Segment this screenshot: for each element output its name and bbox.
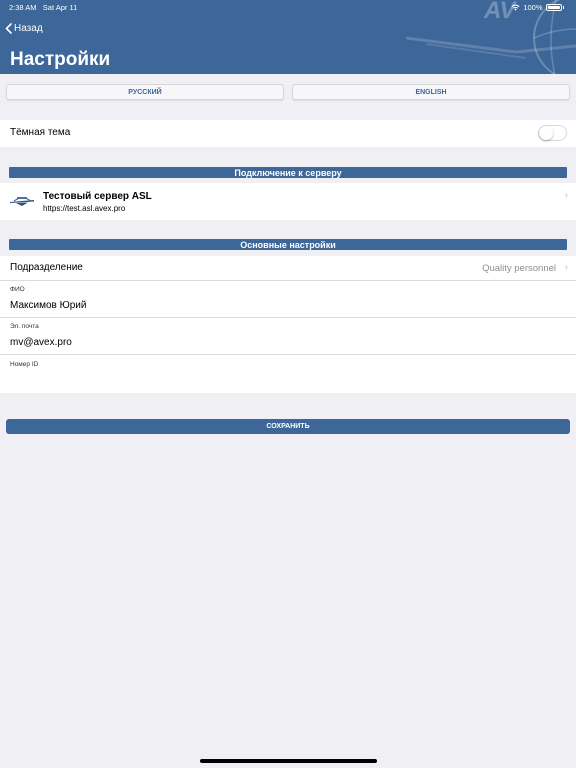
save-button[interactable]: СОХРАНИТЬ (6, 419, 570, 434)
chevron-right-icon: › (564, 262, 568, 273)
division-label: Подразделение (10, 262, 83, 273)
dark-theme-row: Тёмная тема (0, 120, 576, 147)
english-language-button[interactable]: ENGLISH (292, 84, 570, 100)
main-settings-section-header: Основные настройки (9, 239, 567, 250)
dark-theme-toggle[interactable] (538, 125, 567, 141)
status-date: Sat Apr 11 (42, 3, 78, 12)
battery-icon (545, 4, 562, 11)
email-field-value[interactable]: mv@avex.pro (10, 337, 72, 348)
toggle-knob (539, 126, 553, 140)
chevron-left-icon (5, 23, 12, 34)
page-title: Настройки (10, 49, 111, 70)
server-section-header: Подключение к серверу (9, 167, 567, 178)
server-url: https://test.asl.avex.pro (43, 204, 126, 213)
status-bar: 2:38 AM Sat Apr 11 100% (0, 0, 576, 14)
email-field-row[interactable]: Эл. почта mv@avex.pro (0, 318, 576, 355)
navigation-header: AV 2:38 AM Sat Apr 11 100% Назад Настрой… (0, 0, 576, 74)
id-field-row[interactable]: Номер ID (0, 355, 576, 393)
chevron-right-icon: › (564, 190, 568, 201)
division-value: Quality personnel (482, 263, 556, 274)
status-time: 2:38 AM (9, 3, 37, 12)
russian-language-button[interactable]: РУССКИЙ (6, 84, 284, 100)
back-label: Назад (14, 23, 43, 34)
avex-logo-icon (10, 197, 34, 206)
wifi-icon (511, 4, 520, 11)
home-indicator (200, 759, 377, 763)
battery-percent: 100% (523, 3, 543, 12)
server-name: Тестовый сервер ASL (43, 191, 152, 202)
email-field-label: Эл. почта (10, 323, 39, 330)
name-field-value[interactable]: Максимов Юрий (10, 300, 86, 311)
server-row[interactable]: Тестовый сервер ASL https://test.asl.ave… (0, 183, 576, 220)
name-field-label: ФИО (10, 286, 25, 293)
division-row[interactable]: Подразделение Quality personnel › (0, 256, 576, 281)
back-button[interactable]: Назад (5, 23, 43, 34)
dark-theme-label: Тёмная тема (10, 127, 71, 138)
id-field-label: Номер ID (10, 361, 39, 368)
name-field-row[interactable]: ФИО Максимов Юрий (0, 281, 576, 318)
